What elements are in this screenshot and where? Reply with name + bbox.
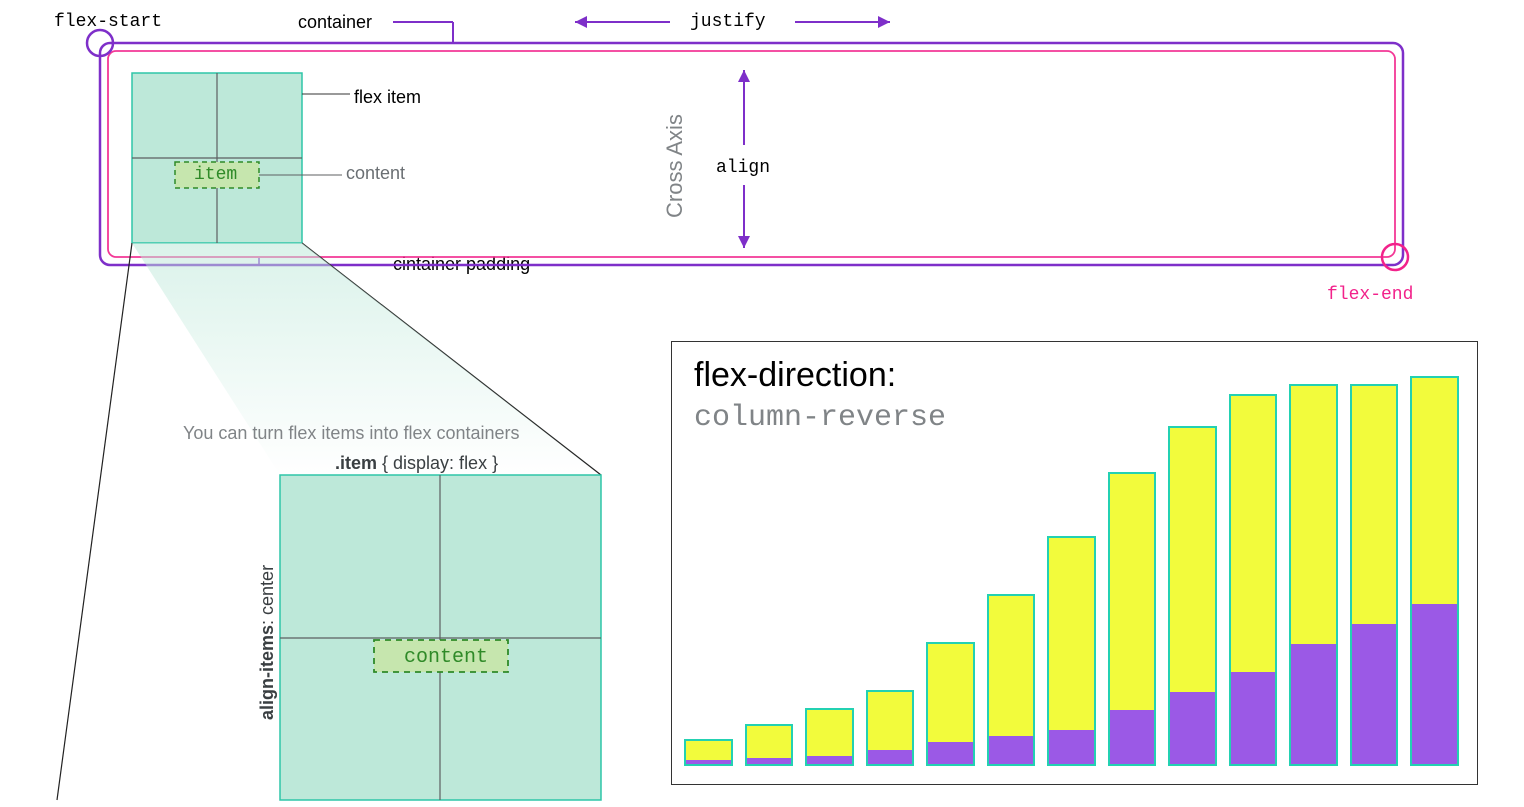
chart-bar [1289, 384, 1338, 766]
chart-bar [1229, 394, 1278, 766]
chart-bar-bottom [928, 742, 973, 764]
chart-bar-bottom [1352, 624, 1397, 764]
chart-panel: flex-direction: column-reverse [671, 341, 1478, 785]
hint-line-1: You can turn flex items into flex contai… [183, 423, 520, 444]
label-flex-item: flex item [354, 87, 421, 108]
chart-bars [684, 366, 1459, 766]
chart-bar-bottom [1291, 644, 1336, 764]
label-container-padding: cintainer padding [393, 254, 530, 275]
chart-bar [1410, 376, 1459, 766]
flex-item-box [132, 73, 302, 243]
flex-end-marker [1382, 244, 1408, 270]
chart-bar-bottom [686, 760, 731, 764]
chart-bar [1108, 472, 1157, 766]
chart-bar-bottom [1412, 604, 1457, 764]
align-items-value: : center [257, 565, 277, 625]
zoom-content-text: content [404, 646, 488, 669]
hint-item-bold: .item [335, 453, 377, 473]
chart-bar-bottom [868, 750, 913, 764]
label-container: container [298, 12, 372, 33]
chart-bar [1047, 536, 1096, 766]
chart-bar-bottom [1170, 692, 1215, 764]
chart-bar [1350, 384, 1399, 766]
item-text: item [194, 165, 237, 185]
chart-bar-bottom [807, 756, 852, 764]
chart-bar [805, 708, 854, 766]
container-purple [100, 43, 1403, 265]
container-pink [108, 51, 1395, 257]
chart-bar-bottom [747, 758, 792, 764]
chart-bar [866, 690, 915, 766]
hint-item-rest: { display: flex } [377, 453, 498, 473]
label-flex-start: flex-start [54, 12, 162, 32]
flex-start-marker [87, 30, 113, 56]
chart-bar-bottom [1110, 710, 1155, 764]
chart-bar [1168, 426, 1217, 766]
label-flex-end: flex-end [1327, 285, 1413, 305]
chart-bar [745, 724, 794, 766]
chart-bar [926, 642, 975, 766]
chart-bar-bottom [989, 736, 1034, 764]
label-justify: justify [690, 12, 766, 32]
zoom-flex-item [280, 475, 601, 800]
label-align: align [716, 158, 770, 178]
chart-bar [987, 594, 1036, 766]
align-items-bold: align-items [257, 625, 277, 720]
chart-bar-bottom [1231, 672, 1276, 764]
label-content: content [346, 163, 405, 184]
chart-bar [684, 739, 733, 766]
chart-bar-bottom [1049, 730, 1094, 764]
label-cross-axis: Cross Axis [662, 114, 688, 218]
